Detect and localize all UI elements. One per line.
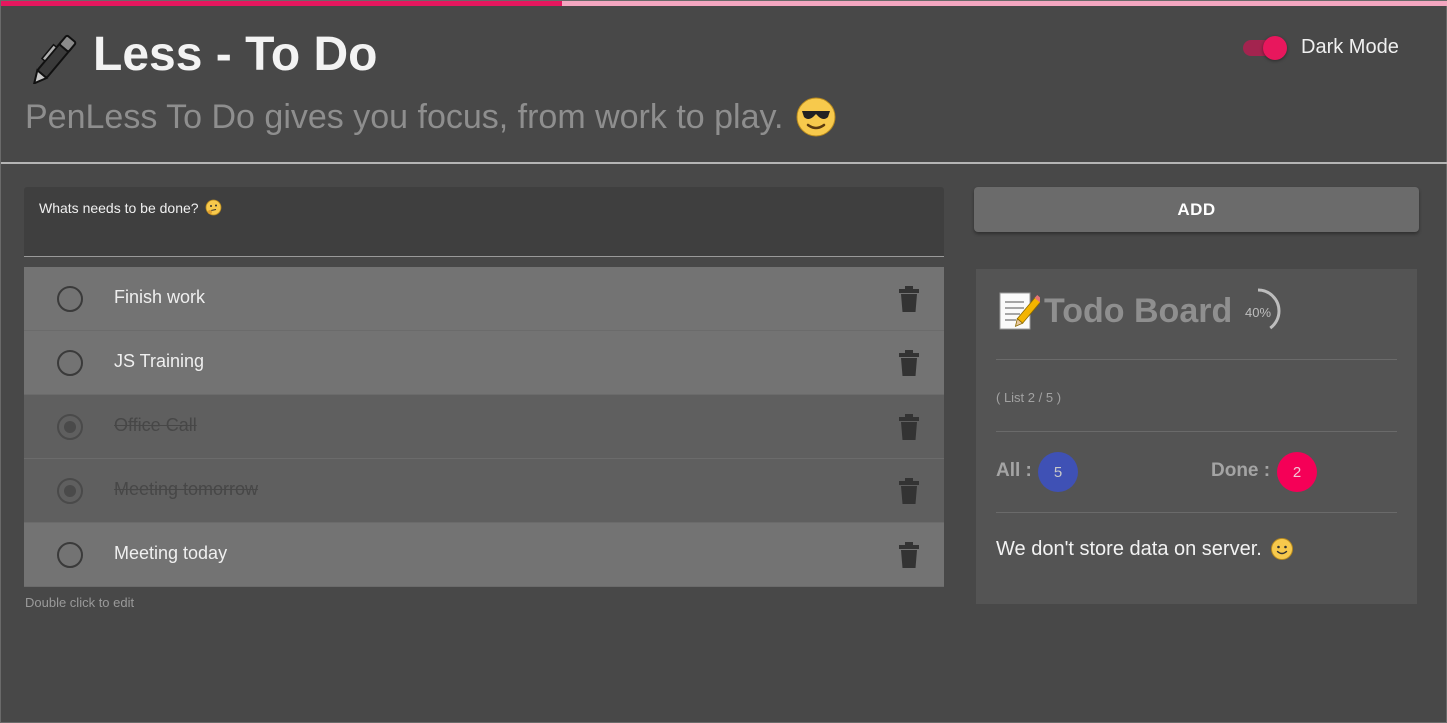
trash-icon[interactable] — [898, 350, 920, 376]
todo-item[interactable]: Finish work — [24, 267, 944, 331]
todo-item[interactable]: JS Training — [24, 331, 944, 395]
pen-icon — [32, 34, 77, 84]
todo-board: Todo Board 40% ( List 2 / 5 ) All : 5 Do… — [976, 269, 1417, 604]
board-divider — [996, 431, 1397, 432]
todo-text[interactable]: Meeting today — [114, 543, 227, 564]
done-label: Done : — [1211, 460, 1271, 481]
todo-list: Finish work JS Training Office Call Meeting… — [24, 267, 944, 587]
all-count-badge: 5 — [1038, 452, 1078, 492]
trash-icon[interactable] — [898, 286, 920, 312]
toggle-thumb[interactable] — [1263, 35, 1287, 60]
done-count-badge: 2 — [1277, 452, 1317, 492]
todo-text[interactable]: Finish work — [114, 287, 205, 308]
privacy-note: We don't store data on server. — [996, 537, 1294, 561]
todo-input-label: Whats needs to be done? — [39, 199, 222, 216]
dark-mode-label: Dark Mode — [1301, 36, 1399, 58]
todo-complete-radio[interactable] — [57, 350, 83, 376]
list-count: ( List 2 / 5 ) — [996, 390, 1062, 405]
todo-text[interactable]: JS Training — [114, 351, 204, 372]
thinking-emoji-icon — [205, 199, 221, 216]
board-divider — [996, 359, 1397, 360]
todo-input-label-text: Whats needs to be done? — [39, 199, 199, 216]
todo-text[interactable]: Office Call — [114, 415, 197, 436]
toggle-track[interactable] — [1243, 35, 1287, 60]
subtitle-text: PenLess To Do gives you focus, from work… — [25, 97, 784, 136]
todo-input-container[interactable]: Whats needs to be done? — [24, 187, 944, 257]
edit-hint: Double click to edit — [25, 595, 135, 610]
sunglasses-emoji-icon — [796, 97, 836, 137]
todo-input[interactable] — [39, 223, 929, 249]
todo-complete-radio[interactable] — [57, 414, 83, 440]
dark-mode-toggle[interactable]: Dark Mode — [1243, 35, 1399, 60]
todo-complete-radio[interactable] — [57, 478, 83, 504]
all-label: All : — [996, 460, 1032, 481]
app-subtitle: PenLess To Do gives you focus, from work… — [25, 96, 837, 138]
trash-icon[interactable] — [898, 542, 920, 568]
radio-checked-dot — [64, 485, 76, 497]
app-title: Less - To Do — [27, 26, 377, 84]
app-title-text: Less - To Do — [93, 28, 378, 81]
trash-icon[interactable] — [898, 414, 920, 440]
completion-percent: 40% — [1244, 305, 1272, 320]
todo-item[interactable]: Meeting tomorrow — [24, 459, 944, 523]
memo-icon — [999, 292, 1040, 330]
todo-item[interactable]: Meeting today — [24, 523, 944, 587]
add-button[interactable]: ADD — [974, 187, 1419, 232]
todo-item[interactable]: Office Call — [24, 395, 944, 459]
radio-checked-dot — [64, 421, 76, 433]
todo-text[interactable]: Meeting tomorrow — [114, 479, 258, 500]
board-title: Todo Board — [996, 289, 1232, 333]
todo-complete-radio[interactable] — [57, 286, 83, 312]
board-divider — [996, 512, 1397, 513]
trash-icon[interactable] — [898, 478, 920, 504]
app-header: Less - To Do PenLess To Do gives you foc… — [1, 6, 1447, 164]
board-title-text: Todo Board — [1044, 291, 1233, 330]
todo-complete-radio[interactable] — [57, 542, 83, 568]
privacy-note-text: We don't store data on server. — [996, 537, 1262, 560]
smile-emoji-icon — [1270, 538, 1293, 560]
